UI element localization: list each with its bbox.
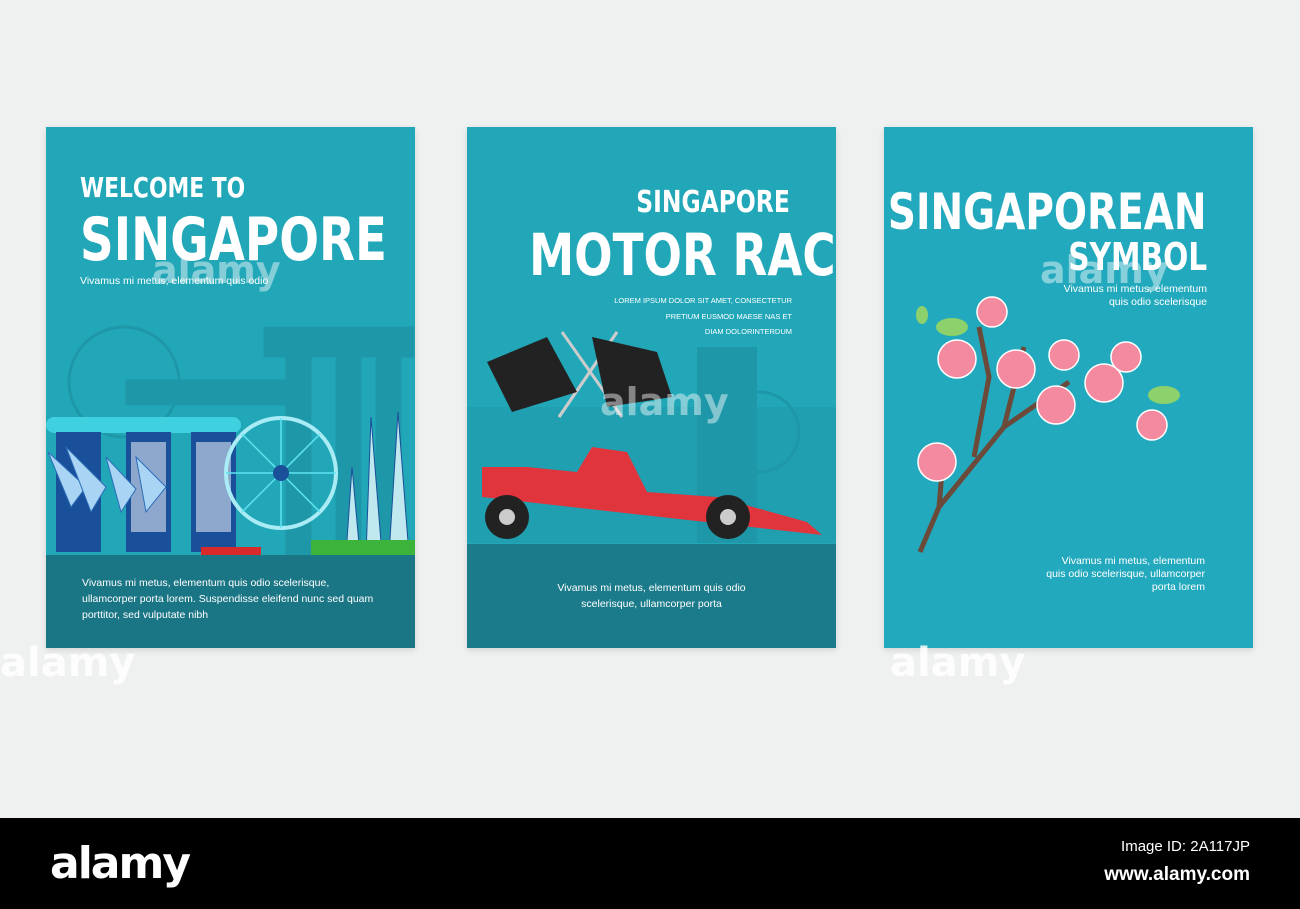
race-car-illustration	[467, 331, 836, 543]
watermark-logo: alamy	[600, 380, 729, 424]
watermark-logo: alamy	[0, 640, 136, 686]
symbol-bottom-line: porta lorem	[1151, 581, 1205, 593]
race-footer-band: Vivamus mi metus, elementum quis odio sc…	[467, 544, 836, 648]
race-body-line: scelerisque, ullamcorper porta	[581, 598, 722, 610]
alamy-url: www.alamy.com	[1104, 864, 1250, 885]
race-body-line: Vivamus mi metus, elementum quis odio	[557, 582, 746, 594]
symbol-bottom-line: quis odio scelerisque, ullamcorper	[1046, 568, 1205, 580]
welcome-body: Vivamus mi metus, elementum quis odio sc…	[82, 577, 374, 621]
stock-footer-bar: alamy Image ID: 2A117JP www.alamy.com	[0, 818, 1300, 909]
welcome-footer-band: Vivamus mi metus, elementum quis odio sc…	[46, 555, 415, 648]
image-id: Image ID: 2A117JP	[1121, 838, 1250, 855]
symbol-card: SINGAPOREAN SYMBOL Vivamus mi metus, ele…	[884, 127, 1253, 648]
symbol-bottom-line: Vivamus mi metus, elementum	[1061, 555, 1205, 567]
watermark-logo: alamy	[1040, 248, 1169, 292]
alamy-logo: alamy	[50, 838, 191, 889]
watermark-logo: alamy	[152, 248, 281, 292]
watermark-logo: alamy	[890, 640, 1026, 686]
checkered-flag-icon	[487, 337, 577, 412]
welcome-card: WELCOME TO SINGAPORE Vivamus mi metus, e…	[46, 127, 415, 648]
singapore-skyline-illustration	[46, 325, 415, 557]
